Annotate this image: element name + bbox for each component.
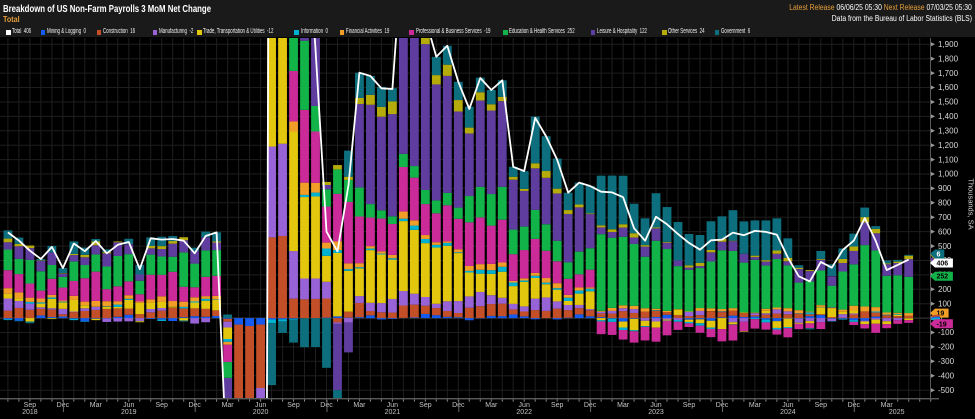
svg-text:-100: -100: [938, 328, 955, 337]
svg-text:600: 600: [938, 227, 952, 236]
svg-text:Jun: Jun: [782, 402, 793, 409]
svg-text:-200: -200: [938, 343, 955, 352]
svg-text:Mar: Mar: [353, 402, 366, 409]
svg-text:6: 6: [937, 252, 941, 259]
svg-text:2024: 2024: [780, 409, 796, 414]
svg-text:1,200: 1,200: [938, 141, 959, 150]
svg-text:Mar: Mar: [749, 402, 762, 409]
svg-text:1,700: 1,700: [938, 69, 959, 78]
svg-text:800: 800: [938, 199, 952, 208]
svg-text:Sep: Sep: [287, 402, 300, 409]
svg-text:-19: -19: [937, 321, 947, 328]
svg-text:2020: 2020: [253, 409, 269, 414]
svg-text:Jun: Jun: [255, 402, 266, 409]
svg-text:2025: 2025: [889, 409, 905, 414]
svg-text:1,000: 1,000: [938, 170, 959, 179]
svg-text:1,100: 1,100: [938, 155, 959, 164]
svg-text:Jun: Jun: [387, 402, 398, 409]
svg-text:Mar: Mar: [90, 402, 103, 409]
svg-text:2022: 2022: [516, 409, 532, 414]
svg-text:Jun: Jun: [519, 402, 530, 409]
svg-text:2018: 2018: [22, 409, 38, 414]
svg-text:500: 500: [938, 242, 952, 251]
svg-text:Sep: Sep: [419, 402, 432, 409]
svg-text:-300: -300: [938, 357, 955, 366]
svg-text:Jun: Jun: [650, 402, 661, 409]
svg-text:-400: -400: [938, 371, 955, 380]
svg-text:Mar: Mar: [617, 402, 630, 409]
svg-text:Sep: Sep: [155, 402, 168, 409]
svg-text:406: 406: [937, 261, 949, 268]
svg-text:1,400: 1,400: [938, 112, 959, 121]
svg-text:Mar: Mar: [222, 402, 235, 409]
svg-text:2021: 2021: [385, 409, 401, 414]
svg-text:1,900: 1,900: [938, 40, 959, 49]
svg-text:Mar: Mar: [485, 402, 498, 409]
svg-text:1,300: 1,300: [938, 127, 959, 136]
svg-text:Jun: Jun: [123, 402, 134, 409]
svg-text:Mar: Mar: [881, 402, 894, 409]
svg-text:900: 900: [938, 184, 952, 193]
svg-text:1,600: 1,600: [938, 83, 959, 92]
svg-text:Sep: Sep: [683, 402, 696, 409]
svg-text:700: 700: [938, 213, 952, 222]
svg-text:Sep: Sep: [24, 402, 37, 409]
svg-text:252: 252: [937, 274, 949, 281]
svg-text:1,800: 1,800: [938, 54, 959, 63]
svg-text:Sep: Sep: [815, 402, 828, 409]
svg-text:-500: -500: [938, 386, 955, 395]
svg-text:Thousands, SA: Thousands, SA: [967, 178, 975, 229]
svg-text:2019: 2019: [121, 409, 137, 414]
svg-text:Sep: Sep: [551, 402, 564, 409]
svg-text:100: 100: [938, 299, 952, 308]
svg-text:1,500: 1,500: [938, 98, 959, 107]
svg-text:2023: 2023: [648, 409, 664, 414]
svg-text:200: 200: [938, 285, 952, 294]
